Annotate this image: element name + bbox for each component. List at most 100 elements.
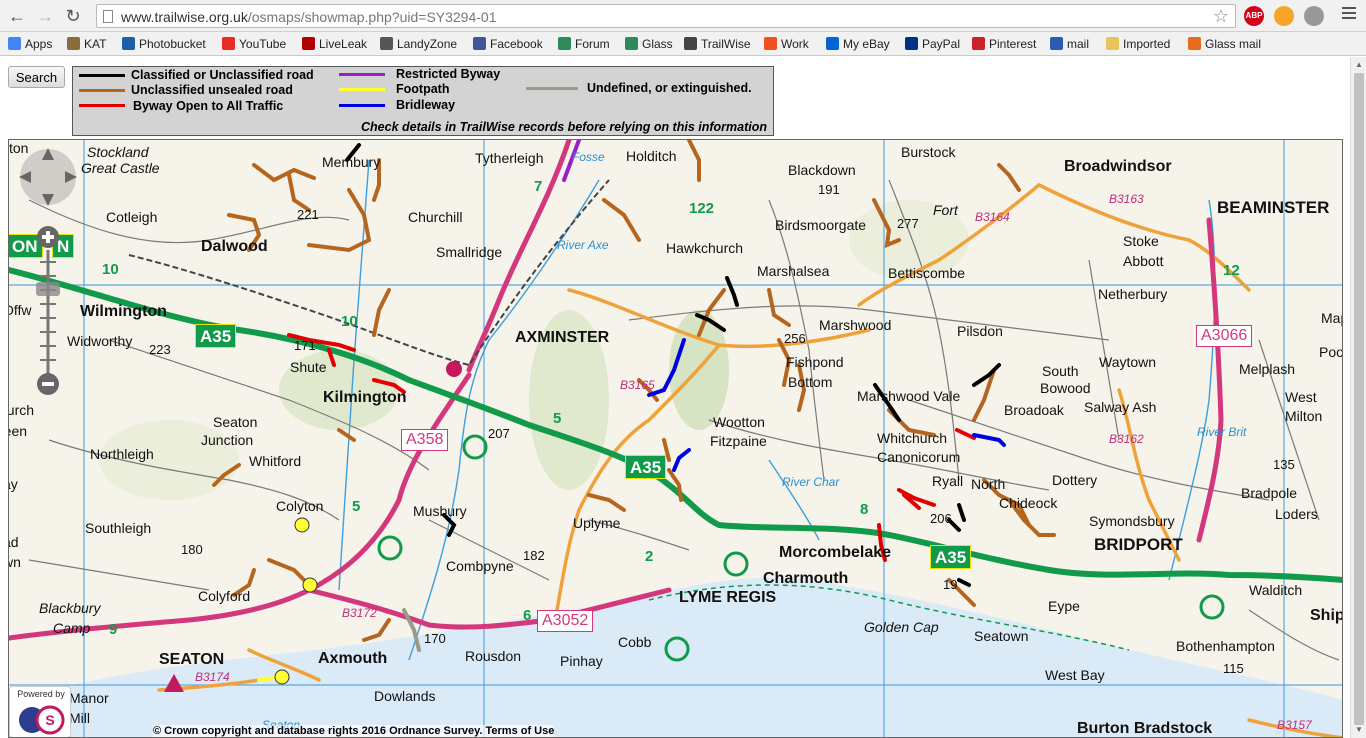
- place-label: Walditch: [1249, 582, 1303, 598]
- pan-control[interactable]: [17, 146, 79, 208]
- trail-route-black[interactable]: [957, 503, 966, 522]
- colorful-extension-icon[interactable]: [1274, 6, 1294, 26]
- trail-route-brown[interactable]: [267, 558, 311, 587]
- reload-icon[interactable]: ↻: [62, 5, 84, 27]
- place-label: Burstock: [901, 144, 956, 160]
- place-label: Junction: [201, 432, 254, 448]
- place-label: Bowood: [1040, 380, 1091, 396]
- trail-route-red[interactable]: [955, 428, 976, 440]
- bookmark-forum[interactable]: Forum: [558, 35, 610, 53]
- adblock-plus-icon[interactable]: ABP: [1244, 6, 1264, 26]
- page-scrollbar[interactable]: ▲ ▼: [1350, 57, 1366, 738]
- place-label: Golden Cap: [864, 619, 939, 635]
- trail-route-brown[interactable]: [252, 163, 316, 183]
- legend-label-footpath: Footpath: [396, 82, 450, 96]
- glass-forum-icon: [558, 37, 571, 50]
- bookmark-facebook[interactable]: Facebook: [473, 35, 543, 53]
- legend-swatch-classified: [79, 74, 125, 77]
- trail-route-brown[interactable]: [767, 288, 791, 327]
- trail-route-brown[interactable]: [362, 618, 391, 642]
- bookmark-youtube[interactable]: YouTube: [222, 35, 286, 53]
- place-label: Southleigh: [85, 520, 152, 536]
- trail-route-blue[interactable]: [672, 448, 691, 472]
- bookmark-apps[interactable]: Apps: [8, 35, 52, 53]
- scroll-down-icon[interactable]: ▼: [1354, 725, 1364, 735]
- landyzone-icon: [380, 37, 393, 50]
- bookmark-glass[interactable]: Glass: [625, 35, 673, 53]
- zoom-control[interactable]: [35, 226, 61, 396]
- trail-route-brown[interactable]: [287, 173, 311, 212]
- bookmark-paypal[interactable]: PayPal: [905, 35, 960, 53]
- spot-height: 180: [181, 542, 203, 557]
- trail-route-brown[interactable]: [372, 288, 391, 337]
- place-label: Kilmington: [323, 389, 407, 406]
- bookmark-trailwise[interactable]: TrailWise: [684, 35, 751, 53]
- os-map[interactable]: Stockland Great Castle Membury Tytherleigh H…: [8, 139, 1343, 738]
- place-label: Hawkchurch: [666, 240, 744, 256]
- map-legend: Classified or Unclassified road Unclassi…: [72, 66, 774, 136]
- place-label: BRIDPORT: [1094, 535, 1183, 554]
- bookmark-my-ebay[interactable]: My eBay: [826, 35, 890, 53]
- scroll-up-icon[interactable]: ▲: [1354, 60, 1364, 70]
- road-shield-a35: A35: [930, 545, 972, 569]
- trail-route-black[interactable]: [972, 363, 1001, 387]
- glass-mail-icon: [1188, 37, 1201, 50]
- place-label: Marshwood: [819, 317, 892, 333]
- place-label: Bradpole: [1241, 485, 1298, 501]
- scroll-thumb[interactable]: [1354, 73, 1364, 725]
- trail-route-brown[interactable]: [587, 493, 626, 512]
- back-arrow-icon[interactable]: ←: [6, 5, 28, 27]
- place-label: Canonicorum: [877, 449, 961, 465]
- spot-height: 256: [784, 331, 806, 346]
- bookmark-photobucket[interactable]: Photobucket: [122, 35, 206, 53]
- bookmark-kat[interactable]: KAT: [67, 35, 106, 53]
- place-label: Stoke: [1123, 233, 1159, 249]
- place-label: Cobb: [618, 634, 652, 650]
- bookmark-glass-mail[interactable]: Glass mail: [1188, 35, 1261, 53]
- place-label: Shipto: [1310, 607, 1342, 624]
- address-bar[interactable]: www.trailwise.org.uk/osmaps/showmap.php?…: [96, 4, 1236, 28]
- search-button[interactable]: Search: [8, 66, 65, 88]
- bookmark-imported[interactable]: Imported: [1106, 35, 1170, 53]
- trail-route-yellow[interactable]: [257, 676, 276, 682]
- place-label: Poorto: [1319, 344, 1343, 360]
- trail-route-brown[interactable]: [337, 428, 356, 442]
- place-label: Eype: [1048, 598, 1080, 614]
- bookmark-label: Photobucket: [139, 37, 206, 51]
- trail-route-black[interactable]: [725, 276, 739, 307]
- legend-swatch-bridleway: [339, 104, 385, 107]
- bookmark-mail[interactable]: mail: [1050, 35, 1089, 53]
- spot-height: 182: [523, 548, 545, 563]
- url-text: www.trailwise.org.uk/osmaps/showmap.php?…: [121, 9, 497, 25]
- menu-icon[interactable]: [1342, 7, 1356, 21]
- map-copyright[interactable]: © Crown copyright and database rights 20…: [153, 725, 555, 737]
- place-label: Stockland: [87, 144, 149, 160]
- place-label: Blackdown: [788, 162, 856, 178]
- place-label: BEAMINSTER: [1217, 198, 1330, 217]
- place-label: Pinhay: [560, 653, 603, 669]
- trail-route-blue[interactable]: [972, 433, 1006, 447]
- forward-arrow-icon[interactable]: →: [34, 5, 56, 27]
- bookmark-star-icon[interactable]: ☆: [1213, 6, 1229, 27]
- spot-height: 115: [1223, 661, 1244, 676]
- place-label: Birdsmoorgate: [775, 217, 867, 233]
- spot-height: 19: [943, 577, 958, 592]
- trail-route-black[interactable]: [957, 578, 971, 587]
- place-label: Colyford: [198, 588, 251, 604]
- bookmark-liveleak[interactable]: LiveLeak: [302, 35, 367, 53]
- trail-route-brown[interactable]: [687, 140, 701, 182]
- place-label: Broadoak: [1004, 402, 1064, 418]
- trail-route-brown[interactable]: [997, 163, 1021, 192]
- bookmark-pinterest[interactable]: Pinterest: [972, 35, 1036, 53]
- ordnance-survey-logo[interactable]: Powered by S: [9, 686, 71, 737]
- bookmark-landyzone[interactable]: LandyZone: [380, 35, 457, 53]
- bookmark-label: My eBay: [843, 37, 890, 51]
- pinterest-icon: [972, 37, 985, 50]
- trail-route-brown[interactable]: [602, 198, 641, 242]
- bookmark-work[interactable]: Work: [764, 35, 809, 53]
- place-label: Burton Bradstock: [1077, 720, 1213, 737]
- place-label: LYME REGIS: [679, 589, 777, 606]
- gear-extension-icon[interactable]: [1304, 6, 1324, 26]
- place-label: Symondsbury: [1089, 513, 1175, 529]
- water-label: Fosse: [572, 150, 605, 164]
